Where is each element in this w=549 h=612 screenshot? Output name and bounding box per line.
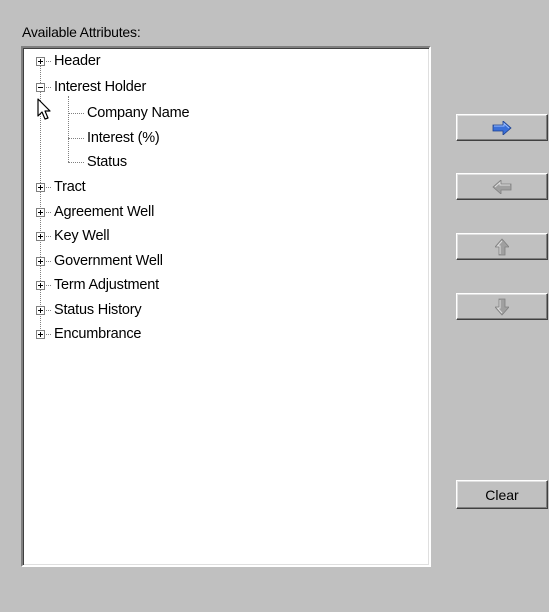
tree-connector	[46, 187, 51, 188]
tree-connector	[46, 310, 51, 311]
expand-term-adjustment-icon[interactable]	[36, 281, 45, 290]
tree-connector	[46, 334, 51, 335]
clear-button[interactable]: Clear	[456, 480, 548, 509]
attributes-tree[interactable]: Header Interest Holder Company Name Inte…	[21, 46, 431, 567]
tree-item-encumbrance[interactable]: Encumbrance	[54, 325, 141, 343]
arrow-up-icon	[495, 237, 509, 255]
expand-header-icon[interactable]	[36, 57, 45, 66]
expand-agreement-well-icon[interactable]	[36, 208, 45, 217]
remove-attribute-button[interactable]	[456, 173, 548, 200]
tree-connector	[46, 285, 51, 286]
tree-item-status-history[interactable]: Status History	[54, 301, 142, 319]
expand-encumbrance-icon[interactable]	[36, 330, 45, 339]
tree-connector	[68, 113, 84, 114]
tree-item-term-adjustment[interactable]: Term Adjustment	[54, 276, 159, 294]
collapse-interest-holder-icon[interactable]	[36, 83, 45, 92]
tree-item-status[interactable]: Status	[87, 153, 127, 171]
arrow-down-icon	[495, 298, 509, 316]
tree-item-interest-pct[interactable]: Interest (%)	[87, 129, 160, 147]
tree-item-interest-holder[interactable]: Interest Holder	[54, 78, 146, 96]
expand-key-well-icon[interactable]	[36, 232, 45, 241]
available-attributes-label: Available Attributes:	[22, 24, 141, 40]
tree-child-line	[68, 96, 69, 162]
mouse-pointer-icon	[37, 98, 51, 120]
tree-item-key-well[interactable]: Key Well	[54, 227, 110, 245]
tree-connector	[46, 61, 51, 62]
tree-item-agreement-well[interactable]: Agreement Well	[54, 203, 154, 221]
move-up-button[interactable]	[456, 233, 548, 260]
add-attribute-button[interactable]	[456, 114, 548, 141]
tree-item-government-well[interactable]: Government Well	[54, 252, 163, 270]
expand-government-well-icon[interactable]	[36, 257, 45, 266]
arrow-left-icon	[492, 179, 512, 194]
tree-connector	[46, 212, 51, 213]
expand-status-history-icon[interactable]	[36, 306, 45, 315]
arrow-right-icon	[492, 120, 512, 135]
tree-connector	[46, 261, 51, 262]
move-down-button[interactable]	[456, 293, 548, 320]
tree-connector	[46, 87, 51, 88]
tree-connector	[46, 236, 51, 237]
tree-connector	[68, 138, 84, 139]
tree-item-company-name[interactable]: Company Name	[87, 104, 190, 122]
tree-item-header[interactable]: Header	[54, 52, 101, 70]
tree-connector	[68, 162, 84, 163]
tree-item-tract[interactable]: Tract	[54, 178, 86, 196]
expand-tract-icon[interactable]	[36, 183, 45, 192]
